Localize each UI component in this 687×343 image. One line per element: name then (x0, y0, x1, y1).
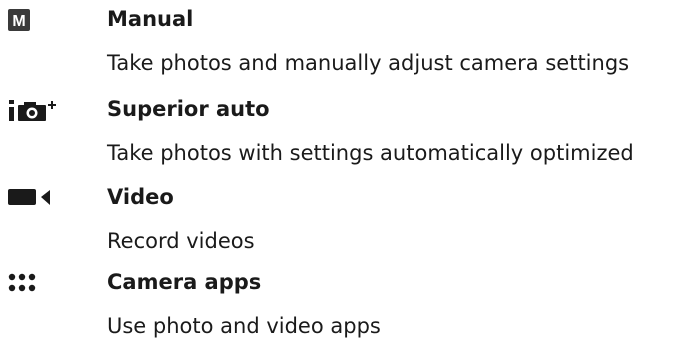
manual-mode-icon: M (8, 9, 68, 33)
mode-name: Camera apps (107, 270, 262, 294)
mode-item-camera-apps: Camera apps Use photo and video apps (0, 263, 687, 343)
mode-name: Video (107, 185, 174, 209)
mode-description: Take photos and manually adjust camera s… (107, 51, 630, 75)
mode-name: Superior auto (107, 97, 270, 121)
mode-item-video: Video Record videos (0, 178, 687, 258)
mode-description: Take photos with settings automatically … (107, 141, 634, 165)
mode-name: Manual (107, 7, 194, 31)
mode-item-superior-auto: Superior auto Take photos with settings … (0, 90, 687, 170)
camera-apps-grid-icon (8, 272, 68, 296)
mode-description: Use photo and video apps (107, 314, 381, 338)
manual-mode-icon-glyph: M (12, 13, 25, 30)
superior-auto-icon (8, 99, 68, 123)
mode-description: Record videos (107, 229, 255, 253)
camera-mode-list: M Manual Take photos and manually adjust… (0, 0, 687, 343)
video-camera-icon (8, 187, 68, 211)
mode-item-manual: M Manual Take photos and manually adjust… (0, 0, 687, 80)
